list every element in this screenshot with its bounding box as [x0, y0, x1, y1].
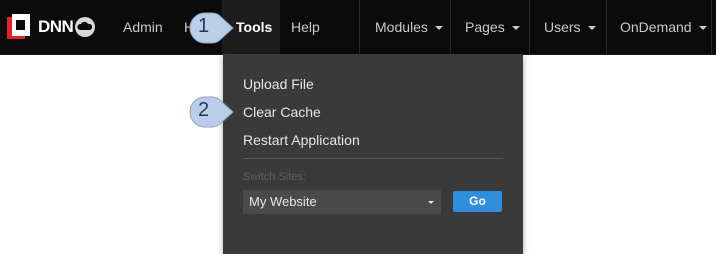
- nav-separator: [606, 0, 607, 54]
- dnn-logo-text: DNN: [38, 17, 74, 36]
- cloud-icon: [75, 17, 95, 37]
- step-1-number: 1: [198, 15, 210, 37]
- nav-separator: [359, 0, 360, 54]
- nav-separator: [450, 0, 451, 54]
- nav-users-label: Users: [544, 19, 581, 35]
- chevron-down-icon: [587, 26, 596, 31]
- chevron-down-icon: [698, 26, 707, 31]
- dnn-logo[interactable]: DNN: [6, 11, 98, 43]
- menu-item-clear-cache[interactable]: Clear Cache: [243, 104, 321, 120]
- step-2-callout: 2: [186, 93, 236, 131]
- chevron-down-icon: [511, 26, 520, 31]
- nav-users[interactable]: Users: [544, 0, 596, 54]
- callout-bubble-icon: [189, 12, 234, 44]
- chevron-down-icon: [434, 26, 443, 31]
- nav-pages-label: Pages: [465, 19, 505, 35]
- tools-dropdown-menu: Upload File Clear Cache Restart Applicat…: [223, 54, 523, 254]
- callout-bubble-icon: [189, 96, 234, 128]
- step-1-callout: 1: [186, 9, 236, 47]
- dnn-logo-mark-icon: [7, 14, 30, 39]
- switch-sites-label: Switch Sites:: [243, 171, 306, 183]
- nav-modules[interactable]: Modules: [375, 0, 443, 54]
- top-navigation-bar: DNN Admin H Tools Help Modules Pages Use…: [0, 0, 716, 55]
- menu-divider: [243, 158, 503, 159]
- nav-ondemand-label: OnDemand: [620, 19, 692, 35]
- site-select-value: My Website: [249, 194, 317, 209]
- nav-pages[interactable]: Pages: [465, 0, 520, 54]
- chevron-down-icon: [428, 201, 434, 204]
- nav-modules-label: Modules: [375, 19, 428, 35]
- nav-admin[interactable]: Admin: [123, 0, 163, 54]
- go-button[interactable]: Go: [453, 191, 502, 212]
- menu-item-upload-file[interactable]: Upload File: [243, 76, 314, 92]
- step-2-number: 2: [198, 99, 210, 121]
- nav-separator: [529, 0, 530, 54]
- nav-separator: [711, 0, 712, 54]
- menu-item-restart-application[interactable]: Restart Application: [243, 132, 360, 148]
- nav-help[interactable]: Help: [291, 0, 320, 54]
- site-select[interactable]: My Website: [243, 190, 441, 214]
- nav-ondemand[interactable]: OnDemand: [620, 0, 707, 54]
